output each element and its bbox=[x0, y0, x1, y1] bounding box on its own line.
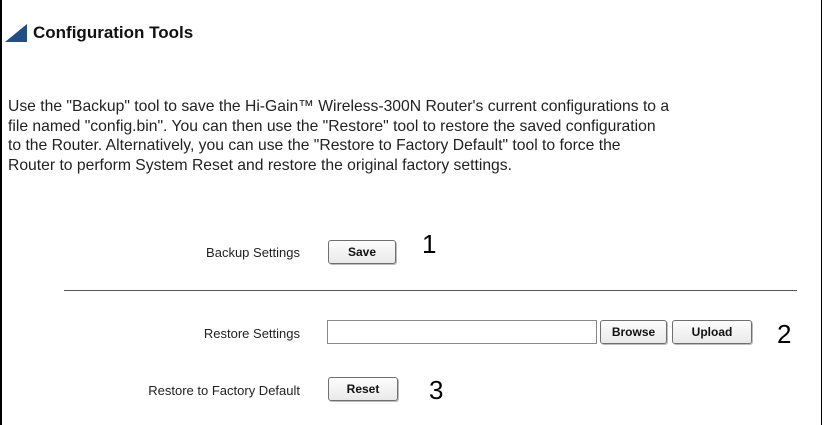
description-line: Router to perform System Reset and resto… bbox=[8, 156, 512, 174]
restore-settings-label: Restore Settings bbox=[203, 326, 300, 341]
factory-default-label: Restore to Factory Default bbox=[148, 383, 300, 398]
section-marker-icon bbox=[5, 24, 27, 42]
restore-file-input[interactable] bbox=[327, 320, 597, 344]
section-divider bbox=[64, 290, 797, 291]
upload-button[interactable]: Upload bbox=[672, 320, 752, 344]
description-text: Use the "Backup" tool to save the Hi-Gai… bbox=[8, 97, 820, 175]
reset-button[interactable]: Reset bbox=[328, 377, 398, 401]
description-line: to the Router. Alternatively, you can us… bbox=[8, 137, 621, 154]
annotation-marker-1: 1 bbox=[422, 229, 437, 259]
save-button[interactable]: Save bbox=[328, 240, 396, 264]
description-line: Use the "Backup" tool to save the Hi-Gai… bbox=[8, 98, 670, 115]
annotation-marker-3: 3 bbox=[429, 375, 444, 405]
backup-settings-label: Backup Settings bbox=[206, 245, 300, 260]
annotation-marker-2: 2 bbox=[777, 319, 792, 349]
page-title: Configuration Tools bbox=[33, 23, 194, 42]
browse-button[interactable]: Browse bbox=[600, 320, 667, 344]
description-line: file named "config.bin". You can then us… bbox=[8, 117, 656, 135]
page-frame: Configuration Tools Use the "Backup" too… bbox=[0, 0, 822, 425]
